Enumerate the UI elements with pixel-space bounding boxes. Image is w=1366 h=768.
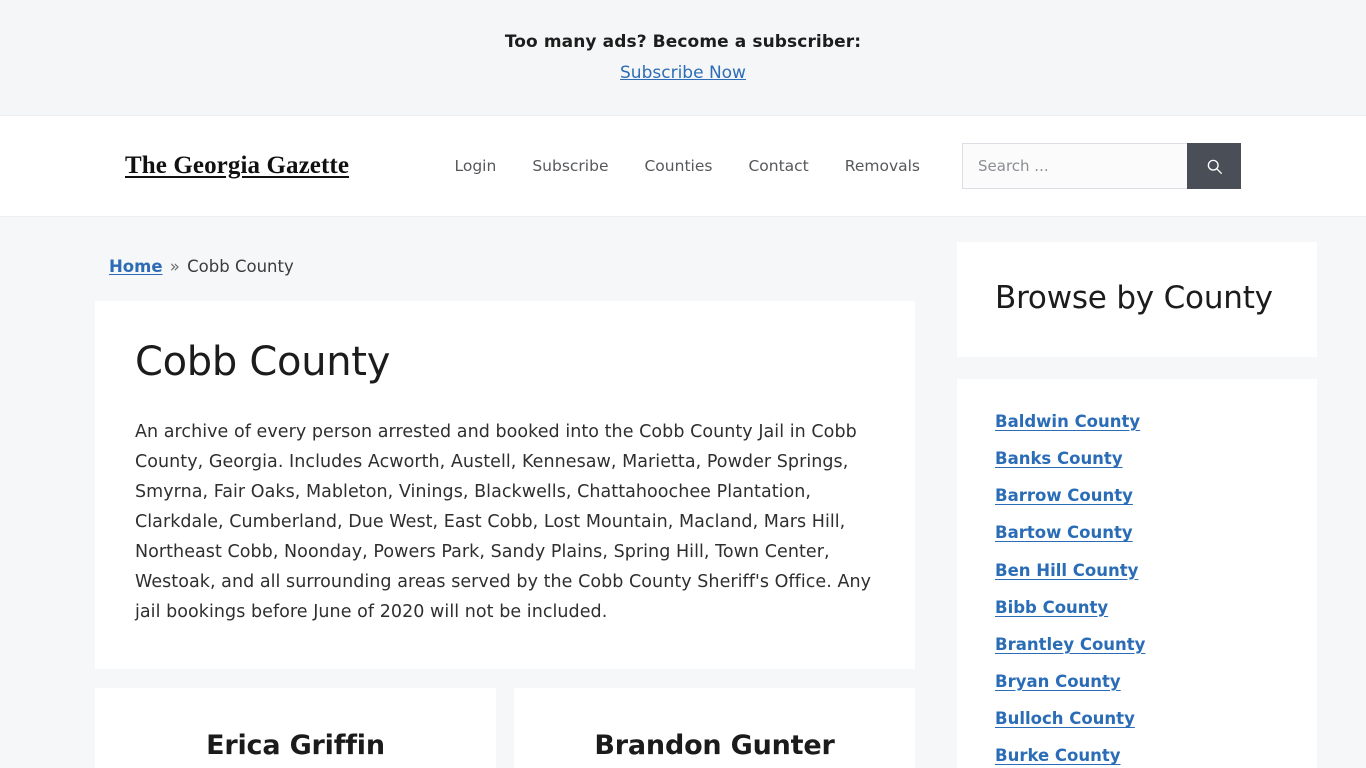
nav-item-contact[interactable]: Contact <box>748 157 808 175</box>
sidebar-item-bibb-county[interactable]: Bibb County <box>995 598 1108 617</box>
header-inner: The Georgia Gazette Login Subscribe Coun… <box>103 143 1263 189</box>
nav-item-counties[interactable]: Counties <box>644 157 712 175</box>
list-item: Baldwin County <box>995 412 1279 431</box>
record-card[interactable]: Erica Griffin <box>95 688 496 768</box>
content-column: Home » Cobb County Cobb County An archiv… <box>95 217 915 768</box>
county-list-card: Baldwin County Banks County Barrow Count… <box>957 379 1317 768</box>
search-icon <box>1206 158 1223 175</box>
site-title-link[interactable]: The Georgia Gazette <box>125 152 349 180</box>
sidebar-item-burke-county[interactable]: Burke County <box>995 746 1121 765</box>
list-item: Brantley County <box>995 635 1279 654</box>
record-card-grid: Erica Griffin Brandon Gunter <box>95 688 915 768</box>
list-item: Banks County <box>995 450 1279 468</box>
list-item: Burke County <box>995 747 1279 765</box>
county-list: Baldwin County Banks County Barrow Count… <box>995 412 1279 768</box>
article-description: An archive of every person arrested and … <box>135 421 872 623</box>
record-name: Erica Griffin <box>206 730 385 762</box>
breadcrumb: Home » Cobb County <box>95 217 915 301</box>
search-input[interactable] <box>962 143 1187 189</box>
header-right: Login Subscribe Counties Contact Removal… <box>455 143 1241 189</box>
sidebar-item-bryan-county[interactable]: Bryan County <box>995 672 1121 691</box>
sidebar-item-bartow-county[interactable]: Bartow County <box>995 523 1133 542</box>
search-form <box>962 143 1241 189</box>
breadcrumb-current-page: Cobb County <box>187 257 294 276</box>
sidebar-item-banks-county[interactable]: Banks County <box>995 449 1123 468</box>
list-item: Bryan County <box>995 672 1279 691</box>
list-item: Bulloch County <box>995 710 1279 728</box>
promo-banner: Too many ads? Become a subscriber: Subsc… <box>0 0 1366 116</box>
nav-item-removals[interactable]: Removals <box>845 157 920 175</box>
sidebar-item-baldwin-county[interactable]: Baldwin County <box>995 412 1140 431</box>
page-wrapper: Home » Cobb County Cobb County An archiv… <box>81 217 1317 768</box>
list-item: Bartow County <box>995 524 1279 542</box>
sidebar-heading-card: Browse by County <box>957 242 1317 357</box>
sidebar: Browse by County Baldwin County Banks Co… <box>957 217 1317 768</box>
promo-text: Too many ads? Become a subscriber: <box>504 32 862 52</box>
record-card[interactable]: Brandon Gunter <box>514 688 915 768</box>
nav-item-subscribe[interactable]: Subscribe <box>532 157 608 175</box>
subscribe-now-link[interactable]: Subscribe Now <box>620 63 746 83</box>
sidebar-item-barrow-county[interactable]: Barrow County <box>995 486 1133 505</box>
sidebar-item-ben-hill-county[interactable]: Ben Hill County <box>995 561 1138 580</box>
article-card: Cobb County An archive of every person a… <box>95 301 915 670</box>
breadcrumb-separator: » <box>169 257 180 276</box>
page-title: Cobb County <box>135 339 391 386</box>
list-item: Bibb County <box>995 598 1279 617</box>
sidebar-item-bulloch-county[interactable]: Bulloch County <box>995 709 1135 728</box>
record-name: Brandon Gunter <box>594 730 835 762</box>
main-navigation: Login Subscribe Counties Contact Removal… <box>455 157 921 175</box>
search-submit-button[interactable] <box>1187 143 1241 189</box>
sidebar-heading: Browse by County <box>995 279 1273 316</box>
nav-item-login[interactable]: Login <box>455 157 497 175</box>
sidebar-item-brantley-county[interactable]: Brantley County <box>995 635 1145 654</box>
breadcrumb-home-link[interactable]: Home <box>109 257 163 276</box>
list-item: Barrow County <box>995 487 1279 505</box>
site-header: The Georgia Gazette Login Subscribe Coun… <box>0 116 1366 217</box>
list-item: Ben Hill County <box>995 561 1279 580</box>
